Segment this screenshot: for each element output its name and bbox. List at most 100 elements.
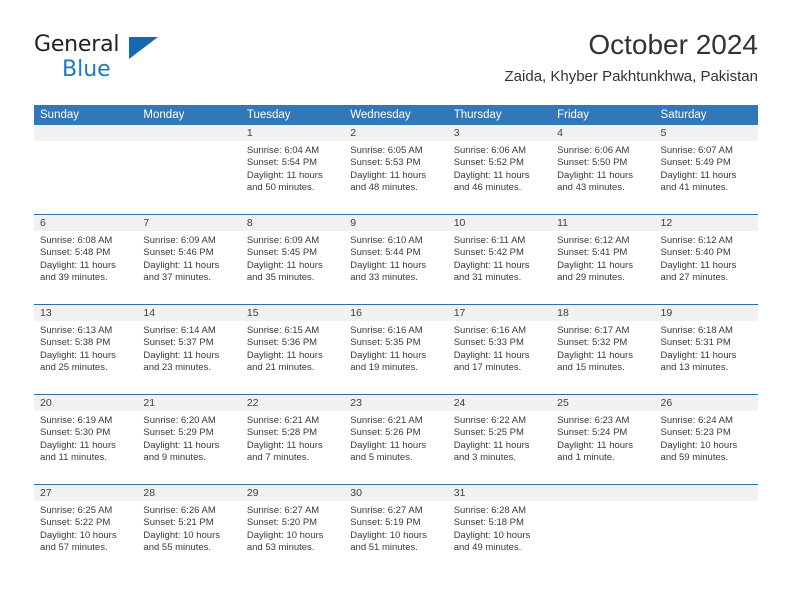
day-number-band: 14 [137, 305, 241, 321]
day-number: 25 [557, 397, 569, 409]
calendar-day-cell[interactable]: 31 Sunrise: 6:28 AM Sunset: 5:18 PM Dayligh… [447, 485, 552, 574]
general-blue-logo[interactable]: General Blue [34, 34, 214, 86]
calendar-day-cell[interactable]: 6 Sunrise: 6:08 AM Sunset: 5:48 PM Daylight… [34, 215, 138, 304]
calendar-day-cell[interactable]: 13 Sunrise: 6:13 AM Sunset: 5:38 PM Dayligh… [34, 305, 138, 394]
calendar-day-cell[interactable]: 30 Sunrise: 6:27 AM Sunset: 5:19 PM Dayligh… [344, 485, 448, 574]
daylight-text-line1: Daylight: 11 hours [40, 349, 116, 361]
calendar-week-row: 1 Sunrise: 6:04 AM Sunset: 5:54 PM Daylight… [34, 125, 758, 214]
calendar-day-cell[interactable]: 5 Sunrise: 6:07 AM Sunset: 5:49 PM Daylight… [654, 125, 758, 214]
day-number-band: 28 [137, 485, 241, 501]
calendar-day-cell[interactable]: 24 Sunrise: 6:22 AM Sunset: 5:25 PM Dayligh… [447, 395, 552, 484]
sunrise-text: Sunrise: 6:28 AM [453, 505, 527, 516]
brand-name-general: General [34, 32, 120, 57]
daylight-text-line2: and 55 minutes. [143, 542, 212, 554]
day-sun-info: Sunrise: 6:25 AM Sunset: 5:22 PM Daylight:… [34, 501, 137, 555]
sunrise-text: Sunrise: 6:24 AM [660, 415, 733, 426]
daylight-text-line1: Daylight: 10 hours [40, 529, 117, 541]
calendar-day-cell[interactable]: 29 Sunrise: 6:27 AM Sunset: 5:20 PM Dayligh… [240, 485, 345, 574]
sunset-text: Sunset: 5:37 PM [143, 337, 214, 349]
daylight-text-line1: Daylight: 11 hours [40, 259, 116, 271]
calendar-day-cell[interactable]: 10 Sunrise: 6:11 AM Sunset: 5:42 PM Dayligh… [447, 215, 552, 304]
calendar-day-cell[interactable]: 1 Sunrise: 6:04 AM Sunset: 5:54 PM Daylight… [240, 125, 345, 214]
daylight-text-line1: Daylight: 10 hours [453, 529, 531, 541]
calendar-day-cell[interactable]: 21 Sunrise: 6:20 AM Sunset: 5:29 PM Dayligh… [137, 395, 241, 484]
day-number-band: 31 [447, 485, 552, 501]
day-number-band: 16 [344, 305, 448, 321]
calendar-day-cell[interactable]: 26 Sunrise: 6:24 AM Sunset: 5:23 PM Dayligh… [654, 395, 758, 484]
sunrise-text: Sunrise: 6:12 AM [660, 235, 733, 246]
day-number-band: 4 [551, 125, 655, 141]
day-sun-info: Sunrise: 6:19 AM Sunset: 5:30 PM Daylight:… [34, 411, 137, 465]
day-number-band: 21 [137, 395, 241, 411]
day-number: 28 [143, 487, 156, 499]
daylight-text-line2: and 9 minutes. [143, 452, 206, 464]
calendar-day-cell[interactable]: 14 Sunrise: 6:14 AM Sunset: 5:37 PM Dayligh… [137, 305, 241, 394]
calendar-day-cell[interactable]: 17 Sunrise: 6:16 AM Sunset: 5:33 PM Dayligh… [447, 305, 552, 394]
calendar-day-cell[interactable]: 12 Sunrise: 6:12 AM Sunset: 5:40 PM Dayligh… [654, 215, 758, 304]
page-subtitle-location: Zaida, Khyber Pakhtunkhwa, Pakistan [504, 68, 758, 85]
calendar-day-cell[interactable]: 7 Sunrise: 6:09 AM Sunset: 5:46 PM Daylight… [137, 215, 241, 304]
calendar-grid: Sunday Monday Tuesday Wednesday Thursday… [34, 105, 758, 574]
day-number: 6 [40, 217, 46, 229]
calendar-day-cell[interactable]: 9 Sunrise: 6:10 AM Sunset: 5:44 PM Daylight… [344, 215, 448, 304]
calendar-day-cell[interactable]: 3 Sunrise: 6:06 AM Sunset: 5:52 PM Daylight… [447, 125, 552, 214]
day-number: 20 [40, 397, 52, 409]
calendar-day-cell[interactable]: 23 Sunrise: 6:21 AM Sunset: 5:26 PM Dayligh… [344, 395, 448, 484]
daylight-text-line2: and 51 minutes. [350, 542, 418, 554]
sunrise-text: Sunrise: 6:19 AM [40, 415, 113, 426]
calendar-day-cell[interactable]: 22 Sunrise: 6:21 AM Sunset: 5:28 PM Dayligh… [240, 395, 345, 484]
day-sun-info: Sunrise: 6:26 AM Sunset: 5:21 PM Daylight:… [137, 501, 240, 555]
calendar-day-cell[interactable]: 20 Sunrise: 6:19 AM Sunset: 5:30 PM Dayligh… [34, 395, 138, 484]
day-number-band: 29 [240, 485, 345, 501]
sunrise-text: Sunrise: 6:15 AM [246, 325, 320, 336]
calendar-day-cell[interactable]: 18 Sunrise: 6:17 AM Sunset: 5:32 PM Dayligh… [551, 305, 655, 394]
daylight-text-line1: Daylight: 11 hours [660, 169, 737, 181]
daylight-text-line1: Daylight: 11 hours [557, 259, 633, 271]
calendar-day-cell[interactable]: 27 Sunrise: 6:25 AM Sunset: 5:22 PM Dayligh… [34, 485, 138, 574]
day-sun-info: Sunrise: 6:08 AM Sunset: 5:48 PM Daylight:… [34, 231, 137, 285]
sunset-text: Sunset: 5:26 PM [350, 427, 421, 439]
calendar-day-cell[interactable]: 11 Sunrise: 6:12 AM Sunset: 5:41 PM Dayligh… [551, 215, 655, 304]
day-sun-info: Sunrise: 6:14 AM Sunset: 5:37 PM Daylight:… [137, 321, 240, 375]
daylight-text-line1: Daylight: 11 hours [660, 259, 737, 271]
daylight-text-line1: Daylight: 11 hours [453, 349, 530, 361]
calendar-day-cell[interactable]: 25 Sunrise: 6:23 AM Sunset: 5:24 PM Dayligh… [551, 395, 655, 484]
day-sun-info: Sunrise: 6:27 AM Sunset: 5:19 PM Daylight:… [344, 501, 447, 555]
day-number: 3 [453, 127, 460, 139]
day-number-band: 19 [654, 305, 758, 321]
day-number: 24 [453, 397, 466, 409]
day-sun-info: Sunrise: 6:17 AM Sunset: 5:32 PM Daylight:… [551, 321, 654, 375]
daylight-text-line2: and 13 minutes. [660, 362, 729, 374]
calendar-day-cell[interactable]: 15 Sunrise: 6:15 AM Sunset: 5:36 PM Dayligh… [240, 305, 345, 394]
calendar-day-cell[interactable]: 19 Sunrise: 6:18 AM Sunset: 5:31 PM Dayligh… [654, 305, 758, 394]
daylight-text-line1: Daylight: 11 hours [143, 259, 220, 271]
calendar-week-row: 27 Sunrise: 6:25 AM Sunset: 5:22 PM Dayligh… [34, 484, 758, 574]
daylight-text-line1: Daylight: 10 hours [246, 529, 324, 541]
weekday-header-friday: Friday [557, 109, 590, 121]
day-number: 16 [350, 307, 362, 319]
sunset-text: Sunset: 5:31 PM [660, 337, 731, 349]
day-number-band: 26 [654, 395, 758, 411]
daylight-text-line1: Daylight: 11 hours [557, 439, 633, 451]
calendar-day-cell[interactable]: 28 Sunrise: 6:26 AM Sunset: 5:21 PM Dayligh… [137, 485, 241, 574]
sunrise-text: Sunrise: 6:27 AM [350, 505, 423, 516]
sunset-text: Sunset: 5:25 PM [453, 427, 524, 439]
day-sun-info: Sunrise: 6:13 AM Sunset: 5:38 PM Daylight:… [34, 321, 137, 375]
day-number-band: 22 [240, 395, 345, 411]
daylight-text-line2: and 5 minutes. [350, 452, 413, 464]
calendar-week-row: 20 Sunrise: 6:19 AM Sunset: 5:30 PM Dayligh… [34, 394, 758, 484]
daylight-text-line2: and 57 minutes. [40, 542, 108, 554]
calendar-day-cell[interactable]: 8 Sunrise: 6:09 AM Sunset: 5:45 PM Daylight… [240, 215, 345, 304]
day-number: 2 [350, 127, 357, 139]
day-sun-info: Sunrise: 6:21 AM Sunset: 5:26 PM Daylight:… [344, 411, 447, 465]
calendar-day-cell[interactable]: 2 Sunrise: 6:05 AM Sunset: 5:53 PM Daylight… [344, 125, 448, 214]
sunrise-text: Sunrise: 6:07 AM [660, 145, 733, 156]
calendar-day-cell[interactable]: 4 Sunrise: 6:06 AM Sunset: 5:50 PM Daylight… [551, 125, 655, 214]
brand-name-blue: Blue [62, 57, 111, 82]
calendar-day-cell[interactable]: 16 Sunrise: 6:16 AM Sunset: 5:35 PM Dayligh… [344, 305, 448, 394]
sunset-text: Sunset: 5:24 PM [557, 427, 628, 439]
day-number-band: 24 [447, 395, 552, 411]
sunrise-text: Sunrise: 6:13 AM [40, 325, 113, 336]
day-sun-info: Sunrise: 6:11 AM Sunset: 5:42 PM Daylight:… [448, 231, 551, 285]
sunset-text: Sunset: 5:54 PM [246, 157, 318, 169]
